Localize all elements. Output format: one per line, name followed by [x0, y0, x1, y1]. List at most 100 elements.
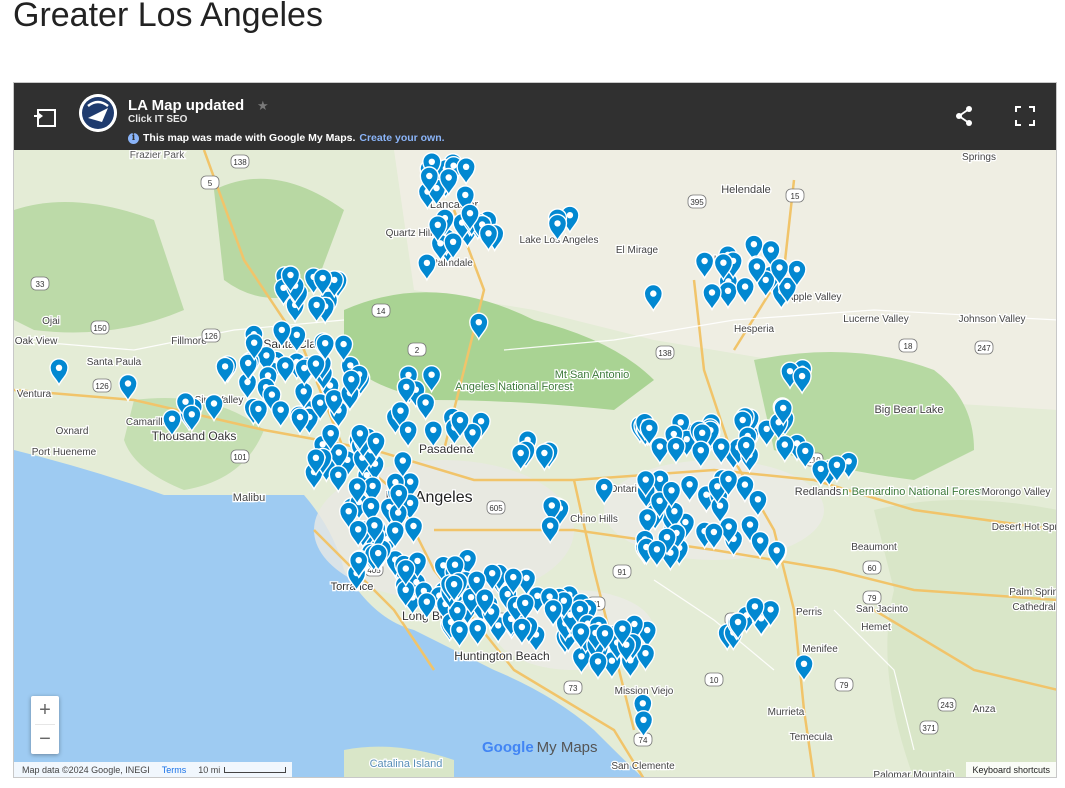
place-label: Murrieta: [768, 707, 805, 718]
place-label: Hesperia: [734, 324, 774, 335]
my-maps-wordmark: My Maps: [536, 739, 598, 756]
attribution-text: Map data ©2024 Google, INEGI: [22, 764, 150, 775]
place-label: Quartz Hill: [386, 228, 433, 239]
route-shield: 2: [407, 342, 427, 357]
route-shield: 15: [785, 188, 805, 203]
svg-text:10: 10: [710, 676, 719, 685]
route-shield: 79: [834, 677, 854, 692]
place-label: Johnson Valley: [958, 314, 1025, 325]
svg-text:247: 247: [977, 344, 991, 353]
place-label: Palm Springs: [1009, 587, 1057, 598]
place-label: Lucerne Valley: [843, 314, 908, 325]
route-shield: 126: [201, 328, 221, 343]
svg-text:2: 2: [415, 346, 420, 355]
place-label: Ventura: [17, 389, 52, 400]
place-label: Malibu: [233, 492, 265, 504]
star-icon[interactable]: ★: [257, 98, 269, 114]
place-label: Springs: [962, 152, 996, 163]
svg-text:150: 150: [93, 324, 107, 333]
place-label: Port Hueneme: [32, 447, 97, 458]
land-area: [874, 500, 1056, 777]
place-label: Santa Paula: [87, 357, 142, 368]
route-shield: 395: [687, 194, 707, 209]
zoom-in-button[interactable]: +: [31, 696, 59, 724]
svg-text:126: 126: [204, 332, 218, 341]
svg-text:371: 371: [922, 724, 936, 733]
route-shield: 5: [200, 175, 220, 190]
svg-text:126: 126: [95, 382, 109, 391]
route-shield: 18: [898, 338, 918, 353]
svg-text:79: 79: [868, 594, 877, 603]
map-attribution: Map data ©2024 Google, INEGI Terms 10 mi: [14, 762, 293, 777]
route-shield: 138: [655, 345, 675, 360]
fullscreen-icon[interactable]: [1015, 106, 1035, 126]
keyboard-shortcuts-button[interactable]: Keyboard shortcuts: [966, 762, 1056, 777]
svg-text:33: 33: [36, 280, 45, 289]
svg-text:73: 73: [569, 684, 578, 693]
place-label: Catalina Island: [370, 758, 443, 770]
place-label: El Mirage: [616, 245, 659, 256]
place-label: Perris: [796, 607, 822, 618]
place-label: Desert Hot Springs: [992, 522, 1057, 533]
sidebar-toggle-icon[interactable]: [34, 109, 56, 127]
map-owner: Click IT SEO: [128, 114, 188, 125]
route-shield: 79: [862, 590, 882, 605]
route-shield: 73: [563, 680, 583, 695]
route-shield: 371: [919, 720, 939, 735]
google-wordmark: Google: [482, 739, 534, 756]
place-label: Oxnard: [56, 426, 89, 437]
route-shield: 605: [486, 500, 506, 515]
svg-text:18: 18: [904, 342, 913, 351]
route-shield: 60: [862, 560, 882, 575]
place-label: Apple Valley: [787, 292, 842, 303]
route-shield: 91: [612, 564, 632, 579]
svg-text:243: 243: [940, 701, 954, 710]
svg-text:138: 138: [658, 349, 672, 358]
place-label: San Clemente: [611, 761, 675, 772]
place-label: Helendale: [721, 184, 771, 196]
google-my-maps-brand: Google My Maps: [482, 739, 598, 756]
terms-link[interactable]: Terms: [162, 765, 187, 775]
place-label: Ojai: [42, 316, 60, 327]
share-icon[interactable]: [954, 105, 974, 127]
svg-text:138: 138: [233, 158, 247, 167]
place-label: Big Bear Lake: [874, 404, 943, 416]
owner-logo[interactable]: [79, 94, 117, 132]
place-label: Palmdale: [431, 258, 473, 269]
place-label: Beaumont: [851, 542, 897, 553]
place-label: Cathedral City: [1012, 602, 1057, 613]
place-label: Hemet: [861, 622, 891, 633]
zoom-control: + −: [31, 696, 59, 754]
scale-line: [224, 767, 287, 774]
scale-label: 10 mi: [198, 764, 221, 775]
place-label: Menifee: [802, 644, 838, 655]
scale-bar: 10 mi: [198, 764, 287, 775]
map-header: LA Map updated ★ Click IT SEO i This map…: [14, 83, 1056, 150]
embedded-map[interactable]: LA Map updated ★ Click IT SEO i This map…: [13, 82, 1057, 778]
place-label: Palomar Mountain: [873, 770, 954, 778]
place-label: Mt San Antonio: [555, 369, 630, 381]
place-label: Frazier Park: [130, 150, 185, 161]
info-line: i This map was made with Google My Maps.…: [128, 132, 445, 144]
logo-icon: [79, 94, 117, 132]
svg-text:14: 14: [377, 307, 386, 316]
svg-text:395: 395: [690, 198, 704, 207]
info-text: This map was made with Google My Maps.: [143, 132, 356, 144]
place-label: San Jacinto: [856, 604, 909, 615]
route-shield: 101: [230, 449, 250, 464]
svg-text:5: 5: [208, 179, 213, 188]
place-label: Thousand Oaks: [152, 429, 237, 443]
place-label: Chino Hills: [570, 514, 618, 525]
svg-text:60: 60: [868, 564, 877, 573]
route-shield: 10: [704, 672, 724, 687]
map-canvas[interactable]: Frazier Park Helendale Springs Quartz Hill L…: [14, 150, 1057, 778]
zoom-out-button[interactable]: −: [31, 725, 59, 753]
route-shield: 150: [90, 320, 110, 335]
svg-text:101: 101: [233, 453, 247, 462]
create-your-own-link[interactable]: Create your own.: [359, 132, 444, 144]
place-label: Camarillo: [126, 417, 169, 428]
place-label: Temecula: [790, 732, 833, 743]
svg-text:79: 79: [840, 681, 849, 690]
place-label: Angeles National Forest: [455, 381, 572, 393]
place-label: Oak View: [15, 336, 58, 347]
